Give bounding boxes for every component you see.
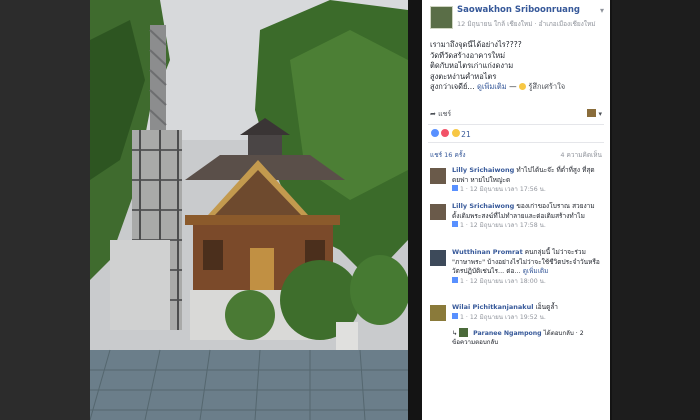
- replier-avatar: [459, 328, 469, 337]
- post-line: วัดที่วัดสร้างอาคารใหม่: [430, 50, 506, 60]
- comment-meta: 1 · 12 มิถุนายน เวลา 19:52 น.: [452, 312, 602, 323]
- like-icon: [452, 221, 458, 227]
- share-icon: ➦: [430, 110, 436, 118]
- post-line: ติดกับหอไตรเก่าแก่งดงาม: [430, 61, 514, 71]
- like-icon: [452, 276, 458, 283]
- smile-icon: [518, 83, 526, 91]
- temple-photo-image: [90, 0, 408, 420]
- background-left: [0, 0, 90, 420]
- commenter-avatar[interactable]: [430, 204, 446, 220]
- divider: [428, 142, 604, 143]
- share-count[interactable]: แชร์ 16 ครั้ง: [430, 151, 466, 159]
- viewer-avatar: [587, 109, 597, 117]
- author-name[interactable]: Saowakhon Sriboonruang: [457, 5, 580, 15]
- reply-arrow-icon: ↳: [452, 330, 458, 337]
- comment-time[interactable]: 12 มิถุนายน เวลา 19:52 น.: [470, 314, 546, 321]
- reactions-summary[interactable]: 21: [430, 128, 471, 139]
- commenter-name[interactable]: Lilly Srichaiwong: [452, 166, 514, 174]
- comment-text-block: Wutthinan Promrat คนกลุ่มนี้ ไม่ว่าจะร่ว…: [452, 248, 602, 286]
- post-meta: 12 มิถุนายน ใกล้ เชียงใหม่ · อำเภอเมืองเ…: [457, 20, 596, 28]
- comment-time[interactable]: 12 มิถุนายน เวลา 17:58 น.: [470, 222, 546, 229]
- like-icon: [452, 312, 458, 319]
- reply-summary[interactable]: ↳ Paranee Ngampong ได้ตอบกลับ · 2 ข้อควา…: [452, 328, 594, 347]
- reaction-count: 21: [461, 130, 471, 139]
- comment-likes[interactable]: 1: [460, 314, 464, 321]
- love-reaction-icon: [440, 128, 451, 138]
- comment-likes[interactable]: 1: [460, 186, 464, 193]
- commenter-name[interactable]: Lilly Srichaiwong: [452, 202, 514, 210]
- like-icon: [452, 185, 458, 191]
- background-right: [612, 0, 700, 420]
- comment-time[interactable]: 12 มิถุนายน เวลา 18:00 น.: [470, 278, 546, 285]
- commenter-name[interactable]: Wilai Pichitkanjanakul: [452, 303, 533, 311]
- comment-meta: 1 · 12 มิถุนายน เวลา 17:56 น.: [452, 185, 602, 195]
- post-panel: Saowakhon Sriboonruang 12 มิถุนายน ใกล้ …: [422, 0, 610, 420]
- post-stats: แชร์ 16 ครั้ง 4 ความคิดเห็น: [430, 150, 602, 160]
- viewer-selector[interactable]: ▾: [587, 109, 602, 118]
- chevron-down-icon: ▾: [598, 110, 602, 118]
- commenter-name[interactable]: Wutthinan Promrat: [452, 248, 523, 256]
- haha-reaction-icon: [450, 128, 461, 138]
- comment-likes[interactable]: 1: [460, 222, 464, 229]
- post-line: สูงกว่าเจดีย์...: [430, 82, 475, 92]
- post-line: สูงตะหง่านค้ำหอไตร: [430, 71, 497, 81]
- comment-text-block: Lilly Srichaiwong ทำไปได้นะจ๊ะ ที่ต่ำที่…: [452, 166, 602, 195]
- comment-meta: 1 · 12 มิถุนายน เวลา 17:58 น.: [452, 221, 602, 231]
- share-button[interactable]: แชร์: [438, 110, 451, 118]
- chevron-down-icon[interactable]: ▾: [600, 6, 604, 15]
- like-reaction-icon: [430, 128, 440, 138]
- comment-likes[interactable]: 1: [460, 278, 464, 285]
- post-line: เรามาถึงจุดนี้ได้อย่างไร????: [430, 40, 522, 49]
- author-avatar[interactable]: [430, 6, 453, 29]
- comment-text-block: Lilly Srichaiwong ของเก่าของโบราณ สวยงาม…: [452, 202, 602, 231]
- see-more-link[interactable]: ดูเพิ่มเติม: [523, 267, 549, 275]
- post-header: Saowakhon Sriboonruang 12 มิถุนายน ใกล้ …: [422, 0, 610, 36]
- comment-meta: 1 · 12 มิถุนายน เวลา 18:00 น.: [452, 276, 602, 287]
- comment-text: เอ็นดูล้ำ: [535, 303, 558, 311]
- commenter-avatar[interactable]: [430, 168, 446, 184]
- comment-count[interactable]: 4 ความคิดเห็น: [560, 150, 602, 160]
- commenter-avatar[interactable]: [430, 305, 446, 321]
- dash: —: [509, 82, 519, 92]
- replier-name[interactable]: Paranee Ngampong: [473, 330, 541, 337]
- divider: [428, 124, 604, 125]
- post-last-line: สูงกว่าเจดีย์... ดูเพิ่มเติม — รู้สึกเศร…: [430, 82, 602, 93]
- share-bar: ➦ แชร์ ▾: [430, 109, 602, 123]
- post-photo[interactable]: [90, 0, 408, 420]
- commenter-avatar[interactable]: [430, 250, 446, 266]
- post-body: เรามาถึงจุดนี้ได้อย่างไร???? วัดที่วัดสร…: [430, 40, 602, 93]
- comment-text-block: Wilai Pichitkanjanakul เอ็นดูล้ำ 1 · 12 …: [452, 303, 602, 322]
- see-more-link[interactable]: ดูเพิ่มเติม: [477, 82, 507, 91]
- comment-time[interactable]: 12 มิถุนายน เวลา 17:56 น.: [470, 186, 546, 193]
- feeling-text: รู้สึกเศร้าใจ: [528, 82, 566, 92]
